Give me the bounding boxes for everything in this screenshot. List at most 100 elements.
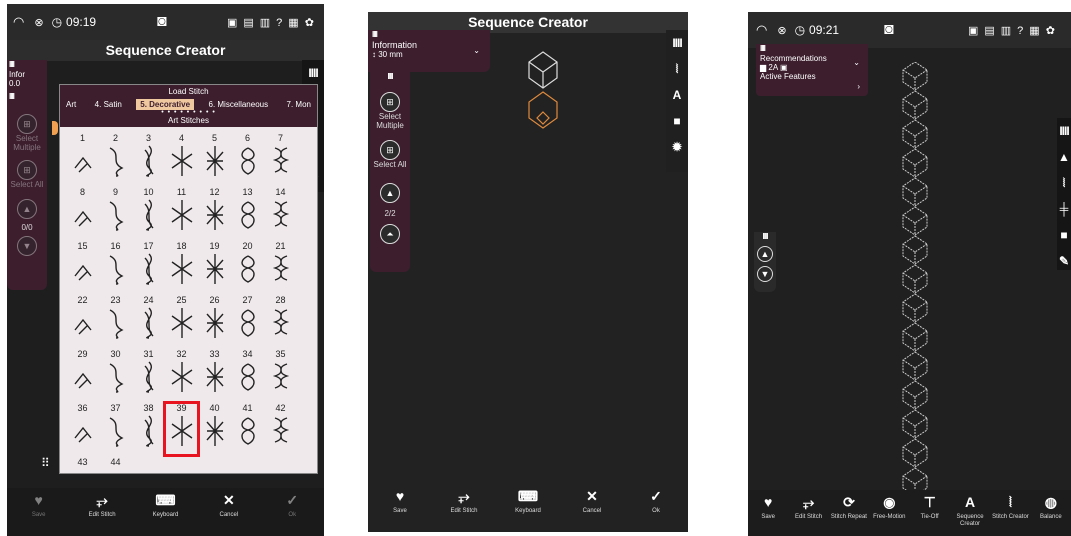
stitch-cell[interactable]: 12 bbox=[198, 187, 231, 239]
scroll-up-button[interactable]: ▲ bbox=[380, 183, 400, 203]
presser-icon[interactable]: ▲ bbox=[1058, 150, 1070, 164]
stitch-preview-column[interactable] bbox=[900, 62, 930, 502]
edit-stitch-button[interactable]: ⥅ Edit Stitch bbox=[82, 492, 122, 519]
handle-icon[interactable]: IIII bbox=[372, 30, 378, 40]
chevron-down-icon[interactable]: ⌄ bbox=[473, 46, 480, 55]
needle-position-icon[interactable]: ╪ bbox=[1060, 202, 1069, 216]
stitch-cell[interactable]: 42 bbox=[264, 403, 297, 455]
stitch-cell[interactable]: 28 bbox=[264, 295, 297, 347]
chevron-down-icon[interactable]: ⌄ bbox=[853, 58, 860, 67]
handle-icon[interactable]: IIII bbox=[760, 44, 766, 54]
stitch-cell[interactable]: 24 bbox=[132, 295, 165, 347]
tie-off-button[interactable]: ⊤ Tie-Off bbox=[910, 494, 950, 521]
stitch-cell[interactable]: 30 bbox=[99, 349, 132, 401]
stitch-cell[interactable]: 25 bbox=[165, 295, 198, 347]
stitch-cell[interactable]: 31 bbox=[132, 349, 165, 401]
stitch-cell[interactable]: 27 bbox=[231, 295, 264, 347]
stitch-cell[interactable]: 4 bbox=[165, 133, 198, 185]
stitch-cell[interactable]: 36 bbox=[66, 403, 99, 455]
select-multiple-icon[interactable]: ⊞ bbox=[380, 92, 400, 112]
stitch-sequence-preview[interactable] bbox=[523, 48, 563, 138]
stitch-cell[interactable]: 21 bbox=[264, 241, 297, 293]
folder-icon[interactable]: ■ bbox=[673, 114, 680, 128]
stitch-cell[interactable]: 41 bbox=[231, 403, 264, 455]
edit-stitch-button[interactable]: ⥅ Edit Stitch bbox=[444, 488, 484, 515]
stitch-menu-icon[interactable]: ⦚ bbox=[676, 62, 679, 76]
handle-icon[interactable]: IIII bbox=[763, 232, 769, 242]
stitch-cell[interactable]: 16 bbox=[99, 241, 132, 293]
stitch-cell[interactable]: 11 bbox=[165, 187, 198, 239]
stitch-cell[interactable]: 14 bbox=[264, 187, 297, 239]
stitch-cell[interactable]: 15 bbox=[66, 241, 99, 293]
stitch-cell[interactable]: 19 bbox=[198, 241, 231, 293]
stitch-cell[interactable]: 3 bbox=[132, 133, 165, 185]
ok-button[interactable]: ✓ Ok bbox=[636, 488, 676, 515]
tab-3[interactable]: 6. Miscellaneous bbox=[205, 99, 273, 110]
keyboard-button[interactable]: ⌨ Keyboard bbox=[508, 488, 548, 515]
stitch-cell[interactable]: 18 bbox=[165, 241, 198, 293]
select-multiple-icon[interactable]: ⊞ bbox=[17, 114, 37, 134]
sequence-creator-button[interactable]: A Sequence Creator bbox=[950, 494, 990, 528]
cancel-button[interactable]: ✕ Cancel bbox=[572, 488, 612, 515]
handle-icon[interactable]: IIII bbox=[9, 60, 15, 70]
status-icons-right[interactable]: ▣▤▥?▦✿ bbox=[227, 16, 320, 29]
scroll-to-top-button[interactable]: ⏶ bbox=[380, 224, 400, 244]
save-button[interactable]: ♥ Save bbox=[380, 488, 420, 515]
stitch-cell[interactable]: 26 bbox=[198, 295, 231, 347]
stitch-cell[interactable]: 35 bbox=[264, 349, 297, 401]
handle-icon[interactable]: IIII bbox=[1059, 124, 1069, 138]
folder-icon[interactable]: ■ bbox=[1060, 228, 1067, 242]
stitch-cell[interactable]: 39 bbox=[163, 401, 200, 457]
stitch-cell[interactable]: 23 bbox=[99, 295, 132, 347]
stitch-cell[interactable]: 17 bbox=[132, 241, 165, 293]
handle-icon[interactable]: IIII bbox=[9, 92, 15, 102]
stitch-repeat-button[interactable]: ⟳ Stitch Repeat bbox=[829, 494, 869, 521]
stitch-cell[interactable]: 5 bbox=[198, 133, 231, 185]
balance-button[interactable]: ◍ Balance bbox=[1031, 494, 1071, 521]
save-button[interactable]: ♥ Save bbox=[748, 494, 788, 521]
stitch-cell[interactable]: 20 bbox=[231, 241, 264, 293]
stitch-cell[interactable]: 2 bbox=[99, 133, 132, 185]
status-icons-right[interactable]: ▣▤▥?▦✿ bbox=[968, 24, 1061, 37]
tab-1[interactable]: 4. Satin bbox=[91, 99, 126, 110]
select-all-icon[interactable]: ⊞ bbox=[17, 160, 37, 180]
tab-4[interactable]: 7. Mon bbox=[283, 99, 315, 110]
stitch-cell[interactable]: 9 bbox=[99, 187, 132, 239]
stitch-cell[interactable]: 40 bbox=[198, 403, 231, 455]
stitch-cell[interactable]: 7 bbox=[264, 133, 297, 185]
handle-icon[interactable]: IIII bbox=[672, 36, 682, 50]
font-icon[interactable]: A bbox=[673, 88, 682, 102]
edit-icon[interactable]: ✎ bbox=[1059, 254, 1069, 268]
scroll-up-button[interactable]: ▲ bbox=[17, 199, 37, 219]
tab-2[interactable]: 5. Decorative bbox=[136, 98, 195, 110]
scroll-down-button[interactable]: ▼ bbox=[17, 236, 37, 256]
stitch-cell[interactable]: 10 bbox=[132, 187, 165, 239]
tab-0[interactable]: Art bbox=[62, 99, 80, 110]
handle-icon[interactable]: IIII bbox=[308, 66, 318, 80]
keyboard-button[interactable]: ⌨ Keyboard bbox=[145, 492, 185, 519]
save-button[interactable]: ♥ Save bbox=[19, 492, 59, 519]
stitch-cell[interactable]: 13 bbox=[231, 187, 264, 239]
free-motion-button[interactable]: ◉ Free-Motion bbox=[869, 494, 909, 521]
stitch-cell[interactable]: 8 bbox=[66, 187, 99, 239]
chevron-right-icon[interactable]: › bbox=[857, 82, 860, 91]
drawer-tab[interactable] bbox=[52, 121, 58, 135]
active-features-label[interactable]: Active Features bbox=[760, 72, 816, 81]
settings-icon[interactable]: ✹ bbox=[672, 140, 682, 154]
stitch-creator-button[interactable]: ⦚ Stitch Creator bbox=[990, 494, 1030, 521]
machine-icon[interactable]: ◙ bbox=[157, 13, 167, 31]
machine-icon[interactable]: ◙ bbox=[884, 21, 894, 39]
stitch-cell[interactable]: 29 bbox=[66, 349, 99, 401]
stitch-cell[interactable]: 1 bbox=[66, 133, 99, 185]
stitch-cell[interactable]: 6 bbox=[231, 133, 264, 185]
stitch-cell[interactable]: 33 bbox=[198, 349, 231, 401]
scroll-up-button[interactable]: ▲ bbox=[757, 246, 773, 262]
ok-button[interactable]: ✓ Ok bbox=[272, 492, 312, 519]
stitch-cell[interactable]: 22 bbox=[66, 295, 99, 347]
select-all-icon[interactable]: ⊞ bbox=[380, 140, 400, 160]
stitch-menu-icon[interactable]: ⦚ bbox=[1063, 176, 1066, 190]
stitch-cell[interactable]: 32 bbox=[165, 349, 198, 401]
scroll-down-button[interactable]: ▼ bbox=[757, 266, 773, 282]
stitch-cell[interactable]: 37 bbox=[99, 403, 132, 455]
stitch-cell[interactable]: 38 bbox=[132, 403, 165, 455]
